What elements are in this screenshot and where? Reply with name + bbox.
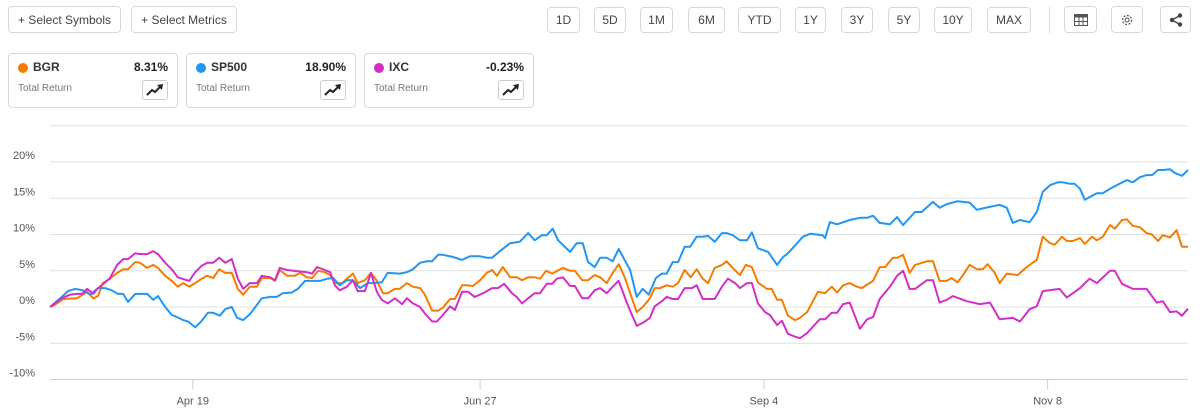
x-tick-label: Nov 8 [1033, 396, 1062, 408]
y-tick-label: 0% [19, 295, 35, 307]
y-tick-label: -10% [9, 368, 35, 380]
y-tick-label: 5% [19, 259, 35, 271]
series-line-sp500[interactable] [49, 168, 1189, 329]
y-tick-label: 15% [13, 186, 35, 198]
x-tick-label: Apr 19 [177, 396, 209, 408]
y-tick-label: -5% [15, 331, 35, 343]
total-return-chart[interactable]: 20% 15% 10% 5% 0% -5% -10% Apr 19 Jun 27 Sep 4 Nov… [0, 0, 1201, 413]
x-tick-label: Jun 27 [464, 396, 497, 408]
x-tick-label: Sep 4 [749, 396, 778, 408]
y-tick-label: 20% [13, 150, 35, 162]
y-tick-label: 10% [13, 223, 35, 235]
